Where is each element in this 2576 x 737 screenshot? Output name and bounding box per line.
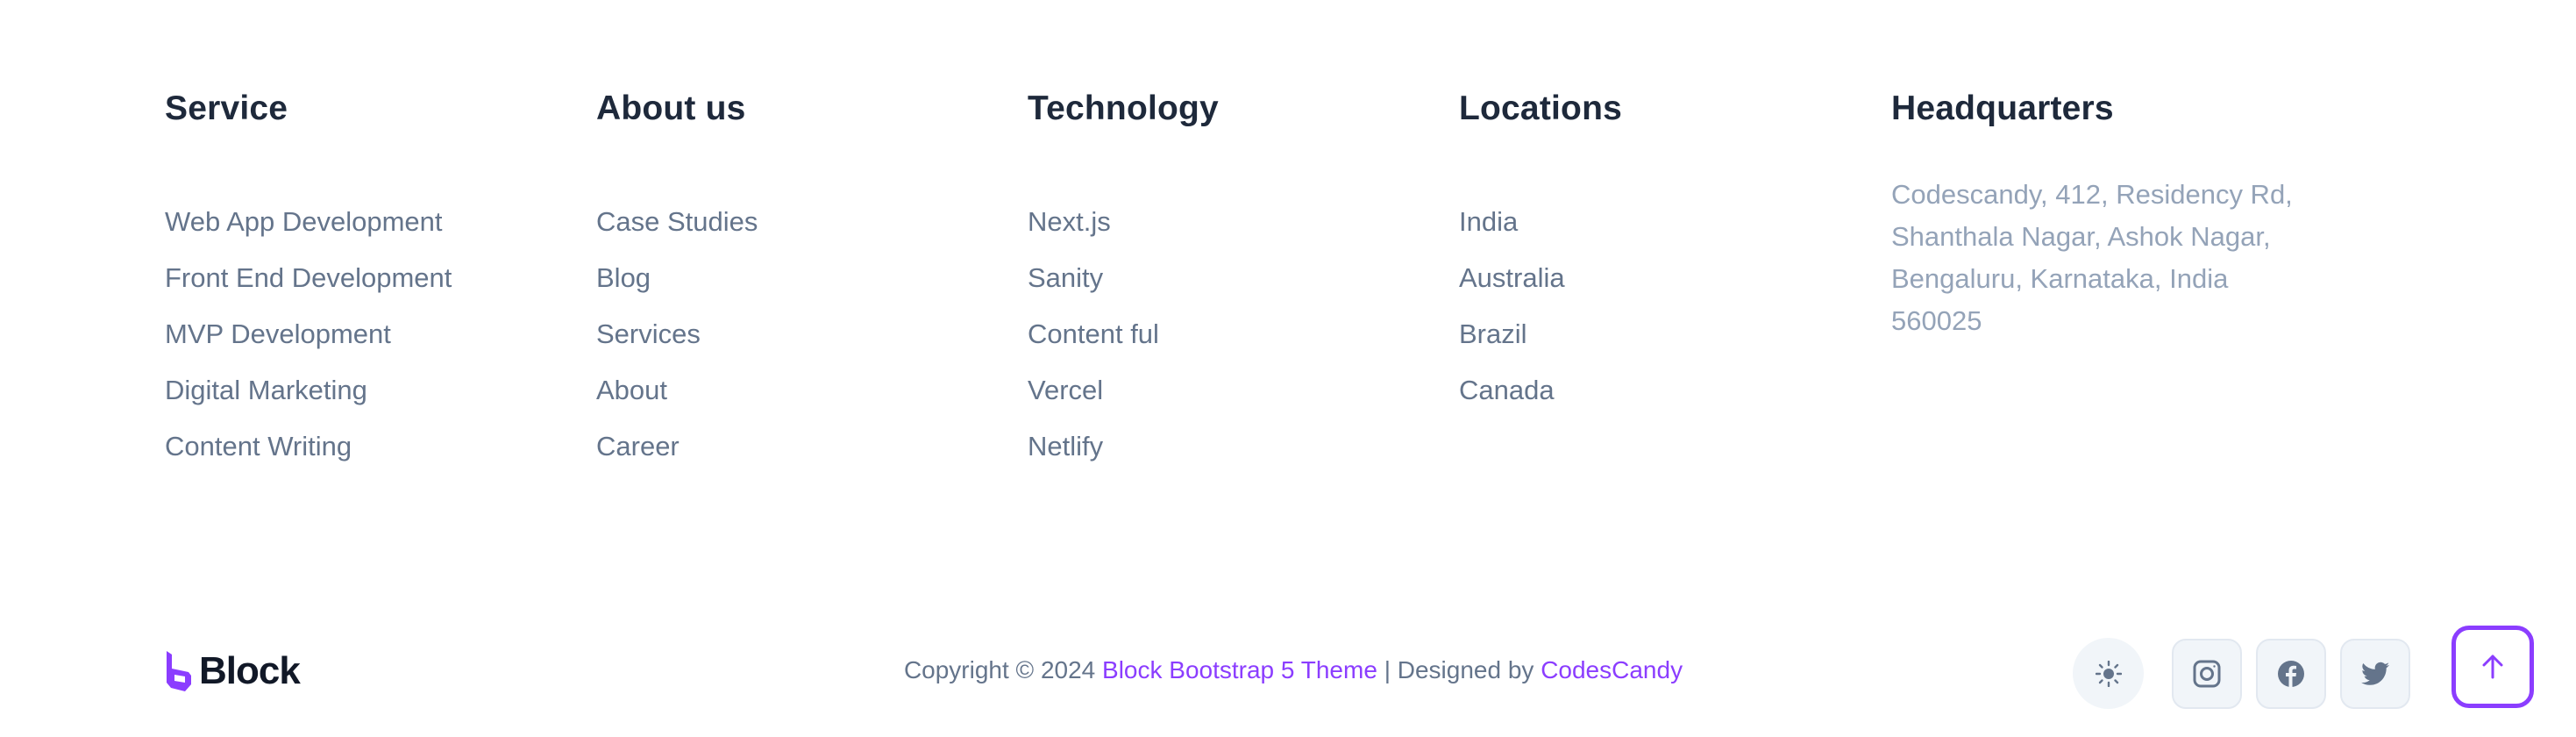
- footer-link[interactable]: India: [1459, 194, 1565, 250]
- copyright-text: Copyright © 2024: [903, 656, 1096, 683]
- facebook-icon: [2278, 661, 2304, 687]
- footer-link[interactable]: Career: [596, 419, 758, 475]
- footer-link[interactable]: Services: [596, 306, 758, 362]
- footer-link[interactable]: Canada: [1459, 362, 1565, 419]
- footer-link[interactable]: Case Studies: [596, 194, 758, 250]
- footer-link[interactable]: Vercel: [1028, 362, 1159, 419]
- twitter-button[interactable]: [2340, 639, 2410, 709]
- footer-col-locations: Locations India Australia Brazil Canada: [1459, 86, 1622, 405]
- twitter-icon: [2361, 662, 2389, 685]
- footer-link[interactable]: Blog: [596, 250, 758, 306]
- footer-link[interactable]: Netlify: [1028, 419, 1159, 475]
- col-heading: About us: [596, 89, 746, 127]
- footer-link[interactable]: About: [596, 362, 758, 419]
- footer-link[interactable]: Digital Marketing: [165, 362, 452, 419]
- footer-col-technology: Technology Next.js Sanity Content ful Ve…: [1028, 86, 1219, 462]
- footer-link[interactable]: Front End Development: [165, 250, 452, 306]
- footer-col-service: Service Web App Development Front End De…: [165, 86, 452, 462]
- address: Codescandy, 412, Residency Rd, Shanthala…: [1891, 174, 2293, 342]
- footer-link[interactable]: Content ful: [1028, 306, 1159, 362]
- address-line: Codescandy, 412, Residency Rd,: [1891, 179, 2293, 210]
- footer-col-headquarters: Headquarters Codescandy, 412, Residency …: [1891, 86, 2293, 336]
- designed-by-text: | Designed by: [1384, 656, 1534, 683]
- instagram-icon: [2193, 660, 2221, 688]
- footer-link[interactable]: Next.js: [1028, 194, 1159, 250]
- author-link[interactable]: CodesCandy: [1541, 656, 1683, 683]
- col-heading: Service: [165, 89, 288, 127]
- theme-link[interactable]: Block Bootstrap 5 Theme: [1102, 656, 1377, 683]
- address-line: 560025: [1891, 305, 1982, 336]
- footer-link[interactable]: Australia: [1459, 250, 1565, 306]
- back-to-top-button[interactable]: [2451, 626, 2534, 708]
- footer-link[interactable]: MVP Development: [165, 306, 452, 362]
- col-heading: Locations: [1459, 89, 1622, 127]
- sun-icon: [2095, 660, 2122, 687]
- address-line: Shanthala Nagar, Ashok Nagar,: [1891, 221, 2271, 252]
- instagram-button[interactable]: [2172, 639, 2242, 709]
- footer-col-about: About us Case Studies Blog Services Abou…: [596, 86, 758, 462]
- theme-toggle-button[interactable]: [2073, 638, 2144, 709]
- col-heading: Technology: [1028, 89, 1219, 127]
- footer-link[interactable]: Sanity: [1028, 250, 1159, 306]
- footer-link[interactable]: Brazil: [1459, 306, 1565, 362]
- address-line: Bengaluru, Karnataka, India: [1891, 263, 2229, 294]
- col-heading: Headquarters: [1891, 89, 2114, 127]
- footer-link[interactable]: Content Writing: [165, 419, 452, 475]
- facebook-button[interactable]: [2256, 639, 2326, 709]
- arrow-up-icon: [2482, 655, 2503, 679]
- footer-link[interactable]: Web App Development: [165, 194, 452, 250]
